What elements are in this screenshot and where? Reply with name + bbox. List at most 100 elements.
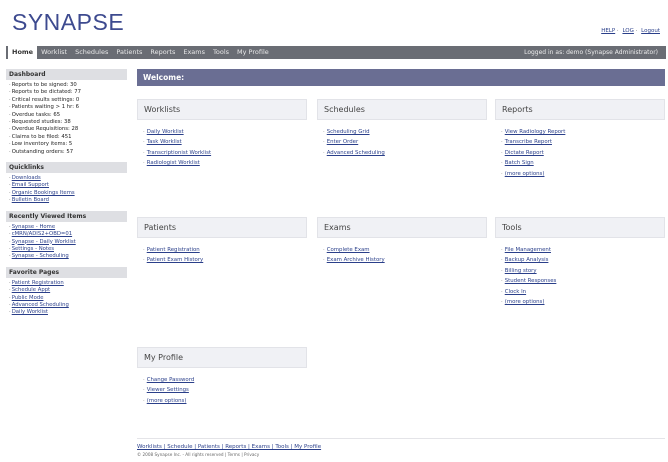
recent-link[interactable]: Synapse - Scheduling xyxy=(12,253,69,259)
tab-tools[interactable]: Tools xyxy=(209,46,233,59)
favorite-link[interactable]: Advanced Scheduling xyxy=(12,302,69,308)
list-item: ·Organic Bookings Items xyxy=(9,189,75,196)
panel-title: Reports xyxy=(495,99,665,120)
tool-link[interactable]: Backup Analysis xyxy=(505,257,549,263)
log-link[interactable]: LOG xyxy=(622,28,633,34)
exam-link[interactable]: Exam Archive History xyxy=(327,257,385,263)
quicklink[interactable]: Email Support xyxy=(12,182,49,188)
list-item: ·Overdue Requisitions: 28 xyxy=(9,126,79,133)
worklist-link[interactable]: Transcriptionist Worklist xyxy=(147,150,211,156)
list-item: ·Patient Registration xyxy=(9,279,64,286)
worklist-link[interactable]: Daily Worklist xyxy=(147,129,184,135)
panel-title: Schedules xyxy=(317,99,487,120)
welcome-banner: Welcome: xyxy=(137,69,665,86)
dashboard-item[interactable]: Low inventory items: 5 xyxy=(12,141,73,147)
report-more-link[interactable]: (more options) xyxy=(505,171,545,177)
favorite-link[interactable]: Daily Worklist xyxy=(12,309,48,315)
list-item: ·Settings - Notes xyxy=(9,245,54,252)
recent-link[interactable]: cMRN/ADIS2+OBD=01 xyxy=(12,231,72,237)
schedule-link[interactable]: Scheduling Grid xyxy=(327,129,370,135)
report-link[interactable]: Transcribe Report xyxy=(505,139,552,145)
recent-link[interactable]: Settings - Notes xyxy=(12,246,54,252)
list-item: ·Schedule Appt xyxy=(9,287,51,294)
patient-link[interactable]: Patient Exam History xyxy=(147,257,204,263)
tab-schedules[interactable]: Schedules xyxy=(71,46,112,59)
footer-links[interactable]: Worklists | Schedule | Patients | Report… xyxy=(137,444,657,450)
report-link[interactable]: View Radiology Report xyxy=(505,129,566,135)
exam-link[interactable]: Complete Exam xyxy=(327,247,370,253)
tool-link[interactable]: File Management xyxy=(505,247,551,253)
list-item: · View Radiology Report xyxy=(501,129,566,135)
list-item: · Student Responses xyxy=(501,278,557,285)
tool-link[interactable]: Student Responses xyxy=(505,278,557,284)
recent-link[interactable]: Synapse - Home xyxy=(12,224,55,230)
list-item: ·Email Support xyxy=(9,182,50,189)
list-item: · Viewer Settings xyxy=(143,387,189,394)
dashboard-item[interactable]: Reports to be signed: 30 xyxy=(12,82,77,88)
patient-link[interactable]: Patient Registration xyxy=(147,247,200,253)
tab-exams[interactable]: Exams xyxy=(179,46,209,59)
list-item: ·Advanced Scheduling xyxy=(323,149,385,156)
tab-reports[interactable]: Reports xyxy=(146,46,179,59)
list-item: · Transcribe Report xyxy=(501,139,552,146)
my-profile-panel: My Profile · Change Password · Viewer Sett… xyxy=(137,347,307,407)
list-item: · Billing story xyxy=(501,267,537,274)
list-item: · (more options) xyxy=(501,170,545,177)
recent-link[interactable]: Synapse - Daily Worklist xyxy=(12,239,76,245)
quicklink[interactable]: Bulletin Board xyxy=(12,197,49,203)
tool-link[interactable]: Clock In xyxy=(505,289,526,295)
list-item: ·Overdue tasks: 65 xyxy=(9,111,61,118)
dashboard-item[interactable]: Patients waiting > 1 hr: 6 xyxy=(12,104,79,110)
recent-heading: Recently Viewed Items xyxy=(6,210,127,222)
dashboard-item[interactable]: Requested studies: 38 xyxy=(12,119,71,125)
dashboard-item[interactable]: Critical results settings: 0 xyxy=(12,97,80,103)
top-bar: SYNAPSE HELP · LOG · Logout xyxy=(0,0,668,46)
list-item: ·Daily Worklist xyxy=(143,129,184,135)
list-item: ·Critical results settings: 0 xyxy=(9,96,80,103)
panel-title: Exams xyxy=(317,217,487,238)
list-item: ·Bulletin Board xyxy=(9,197,50,204)
tool-link[interactable]: Billing story xyxy=(505,268,537,274)
schedules-panel: Schedules · Scheduling Grid · Enter Order … xyxy=(317,99,487,159)
favorite-link[interactable]: Schedule Appt xyxy=(12,287,50,293)
schedule-link[interactable]: Advanced Scheduling xyxy=(327,150,385,156)
list-item: ·Advanced Scheduling xyxy=(9,301,69,308)
favorite-link[interactable]: Public Mode xyxy=(12,295,44,301)
dashboard-item[interactable]: Reports to be dictated: 77 xyxy=(12,89,81,95)
tab-patients[interactable]: Patients xyxy=(112,46,146,59)
tab-home[interactable]: Home xyxy=(8,46,38,59)
schedule-link[interactable]: Enter Order xyxy=(327,139,359,145)
list-item: ·Patient Registration xyxy=(143,247,200,253)
dashboard-item[interactable]: Claims to be filed: 451 xyxy=(12,134,72,140)
dashboard-item[interactable]: Outstanding orders: 57 xyxy=(12,149,73,155)
list-item: · Exam Archive History xyxy=(323,257,385,264)
dashboard-item[interactable]: Overdue Requisitions: 28 xyxy=(12,126,79,132)
main-nav: Home Worklist Schedules Patients Reports Exam… xyxy=(6,46,666,59)
tab-worklist[interactable]: Worklist xyxy=(37,46,71,59)
tab-my-profile[interactable]: My Profile xyxy=(233,46,273,59)
app-logo: SYNAPSE xyxy=(12,9,125,35)
dashboard-item[interactable]: Overdue tasks: 65 xyxy=(12,112,60,118)
logout-link[interactable]: Logout xyxy=(641,28,660,34)
profile-link[interactable]: Viewer Settings xyxy=(147,387,189,393)
list-item: · Scheduling Grid xyxy=(323,129,370,135)
exams-panel: Exams · Complete Exam · Exam Archive Histo… xyxy=(317,217,487,266)
report-link[interactable]: Batch Sign xyxy=(505,160,534,166)
quicklink[interactable]: Organic Bookings Items xyxy=(12,190,75,196)
report-link[interactable]: Dictate Report xyxy=(505,150,544,156)
favorite-link[interactable]: Patient Registration xyxy=(12,280,64,286)
main-content: Welcome: Worklists · Daily Worklist · Task… xyxy=(137,69,665,456)
list-item: · Task Worklist xyxy=(143,139,182,146)
help-link[interactable]: HELP xyxy=(601,28,615,34)
dashboard-list: ·Reports to be signed: 30 ·Reports to be… xyxy=(6,82,127,156)
worklist-link[interactable]: Task Worklist xyxy=(147,139,182,145)
quicklink[interactable]: Downloads xyxy=(12,175,41,181)
worklist-link[interactable]: Radiologist Worklist xyxy=(147,160,200,166)
tool-more-link[interactable]: (more options) xyxy=(505,299,545,305)
profile-more-link[interactable]: (more options) xyxy=(147,398,187,404)
list-item: · (more options) xyxy=(501,299,545,306)
footer: Worklists | Schedule | Patients | Report… xyxy=(137,444,657,457)
reports-panel: Reports · View Radiology Report · Transcri… xyxy=(495,99,665,180)
profile-link[interactable]: Change Password xyxy=(147,377,195,383)
patients-panel: Patients · Patient Registration · Patient … xyxy=(137,217,307,266)
